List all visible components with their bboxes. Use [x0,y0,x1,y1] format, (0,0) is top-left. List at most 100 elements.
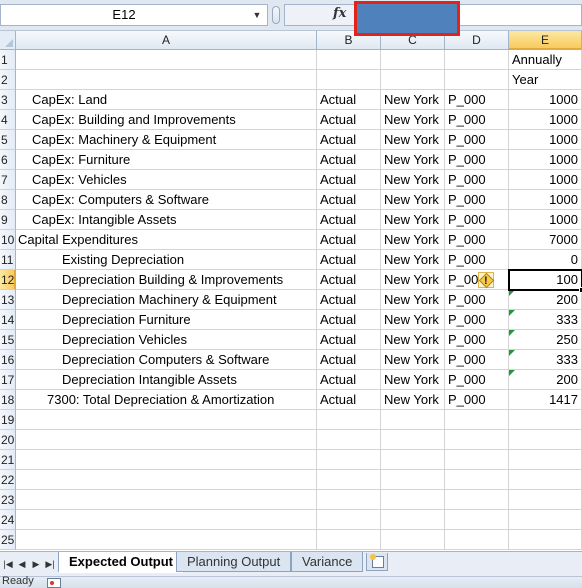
cell-c20[interactable] [381,430,445,450]
cell-a21[interactable] [16,450,317,470]
cell-a14[interactable]: Depreciation Furniture [16,310,317,330]
cell-c4[interactable]: New York [381,110,445,130]
cell-e10[interactable]: 7000 [509,230,582,250]
cell-a5[interactable]: CapEx: Machinery & Equipment [16,130,317,150]
select-all-button[interactable] [0,31,16,50]
cell-e6[interactable]: 1000 [509,150,582,170]
cell-c5[interactable]: New York [381,130,445,150]
cell-d12[interactable]: P_00 [445,270,509,290]
cell-b3[interactable]: Actual [317,90,381,110]
cell-e25[interactable] [509,530,582,550]
cell-e21[interactable] [509,450,582,470]
row-header-25[interactable]: 25 [0,530,16,550]
cell-a15[interactable]: Depreciation Vehicles [16,330,317,350]
cell-a8[interactable]: CapEx: Computers & Software [16,190,317,210]
cell-b2[interactable] [317,70,381,90]
cell-e23[interactable] [509,490,582,510]
cell-b7[interactable]: Actual [317,170,381,190]
cell-e9[interactable]: 1000 [509,210,582,230]
cell-e4[interactable]: 1000 [509,110,582,130]
macro-record-icon[interactable] [47,578,61,588]
cell-c19[interactable] [381,410,445,430]
cell-c10[interactable]: New York [381,230,445,250]
cell-a25[interactable] [16,530,317,550]
row-header-3[interactable]: 3 [0,90,16,110]
cell-e3[interactable]: 1000 [509,90,582,110]
cell-d19[interactable] [445,410,509,430]
cell-b13[interactable]: Actual [317,290,381,310]
cell-c18[interactable]: New York [381,390,445,410]
cell-d1[interactable] [445,50,509,70]
prev-sheet-icon[interactable]: ◀ [16,557,28,571]
cell-d21[interactable] [445,450,509,470]
cell-e18[interactable]: 1417 [509,390,582,410]
row-header-1[interactable]: 1 [0,50,16,70]
cell-d4[interactable]: P_000 [445,110,509,130]
cell-c9[interactable]: New York [381,210,445,230]
cell-b25[interactable] [317,530,381,550]
next-sheet-icon[interactable]: ▶ [30,557,42,571]
cell-b12[interactable]: Actual [317,270,381,290]
cell-d16[interactable]: P_000 [445,350,509,370]
row-header-4[interactable]: 4 [0,110,16,130]
cell-d10[interactable]: P_000 [445,230,509,250]
cell-e14[interactable]: 333 [509,310,582,330]
cell-c21[interactable] [381,450,445,470]
cell-b9[interactable]: Actual [317,210,381,230]
cell-b10[interactable]: Actual [317,230,381,250]
cell-c12[interactable]: New York [381,270,445,290]
cell-d18[interactable]: P_000 [445,390,509,410]
tab-expected-output[interactable]: Expected Output [58,552,185,573]
cell-b11[interactable]: Actual [317,250,381,270]
cell-e13[interactable]: 200 [509,290,582,310]
cell-e22[interactable] [509,470,582,490]
row-header-17[interactable]: 17 [0,370,16,390]
cell-d15[interactable]: P_000 [445,330,509,350]
cell-a18[interactable]: 7300: Total Depreciation & Amortization [16,390,317,410]
cell-c11[interactable]: New York [381,250,445,270]
cell-d23[interactable] [445,490,509,510]
first-sheet-icon[interactable]: |◀ [2,557,14,571]
row-header-22[interactable]: 22 [0,470,16,490]
row-header-18[interactable]: 18 [0,390,16,410]
row-header-9[interactable]: 9 [0,210,16,230]
cell-b1[interactable] [317,50,381,70]
insert-worksheet-icon[interactable] [366,553,388,571]
last-sheet-icon[interactable]: ▶| [44,557,56,571]
row-header-10[interactable]: 10 [0,230,16,250]
cell-a9[interactable]: CapEx: Intangible Assets [16,210,317,230]
cell-b23[interactable] [317,490,381,510]
cell-d22[interactable] [445,470,509,490]
cell-b24[interactable] [317,510,381,530]
cell-a20[interactable] [16,430,317,450]
cell-c25[interactable] [381,530,445,550]
cell-b20[interactable] [317,430,381,450]
cell-a6[interactable]: CapEx: Furniture [16,150,317,170]
cell-a11[interactable]: Existing Depreciation [16,250,317,270]
row-header-11[interactable]: 11 [0,250,16,270]
warning-diamond-icon[interactable] [478,272,494,289]
cell-b16[interactable]: Actual [317,350,381,370]
cell-c16[interactable]: New York [381,350,445,370]
cell-e2[interactable]: Year [509,70,582,90]
name-box-value[interactable]: E12 [1,5,247,25]
cell-b18[interactable]: Actual [317,390,381,410]
row-header-23[interactable]: 23 [0,490,16,510]
row-header-15[interactable]: 15 [0,330,16,350]
cell-c7[interactable]: New York [381,170,445,190]
cell-a4[interactable]: CapEx: Building and Improvements [16,110,317,130]
cell-d2[interactable] [445,70,509,90]
cell-c1[interactable] [381,50,445,70]
cell-d7[interactable]: P_000 [445,170,509,190]
cell-e15[interactable]: 250 [509,330,582,350]
cell-c23[interactable] [381,490,445,510]
cell-a7[interactable]: CapEx: Vehicles [16,170,317,190]
cell-a13[interactable]: Depreciation Machinery & Equipment [16,290,317,310]
cell-c24[interactable] [381,510,445,530]
cell-b6[interactable]: Actual [317,150,381,170]
tab-variance[interactable]: Variance [291,552,364,572]
cell-d6[interactable]: P_000 [445,150,509,170]
cell-c14[interactable]: New York [381,310,445,330]
cell-a3[interactable]: CapEx: Land [16,90,317,110]
column-header-e[interactable]: E [509,31,582,50]
